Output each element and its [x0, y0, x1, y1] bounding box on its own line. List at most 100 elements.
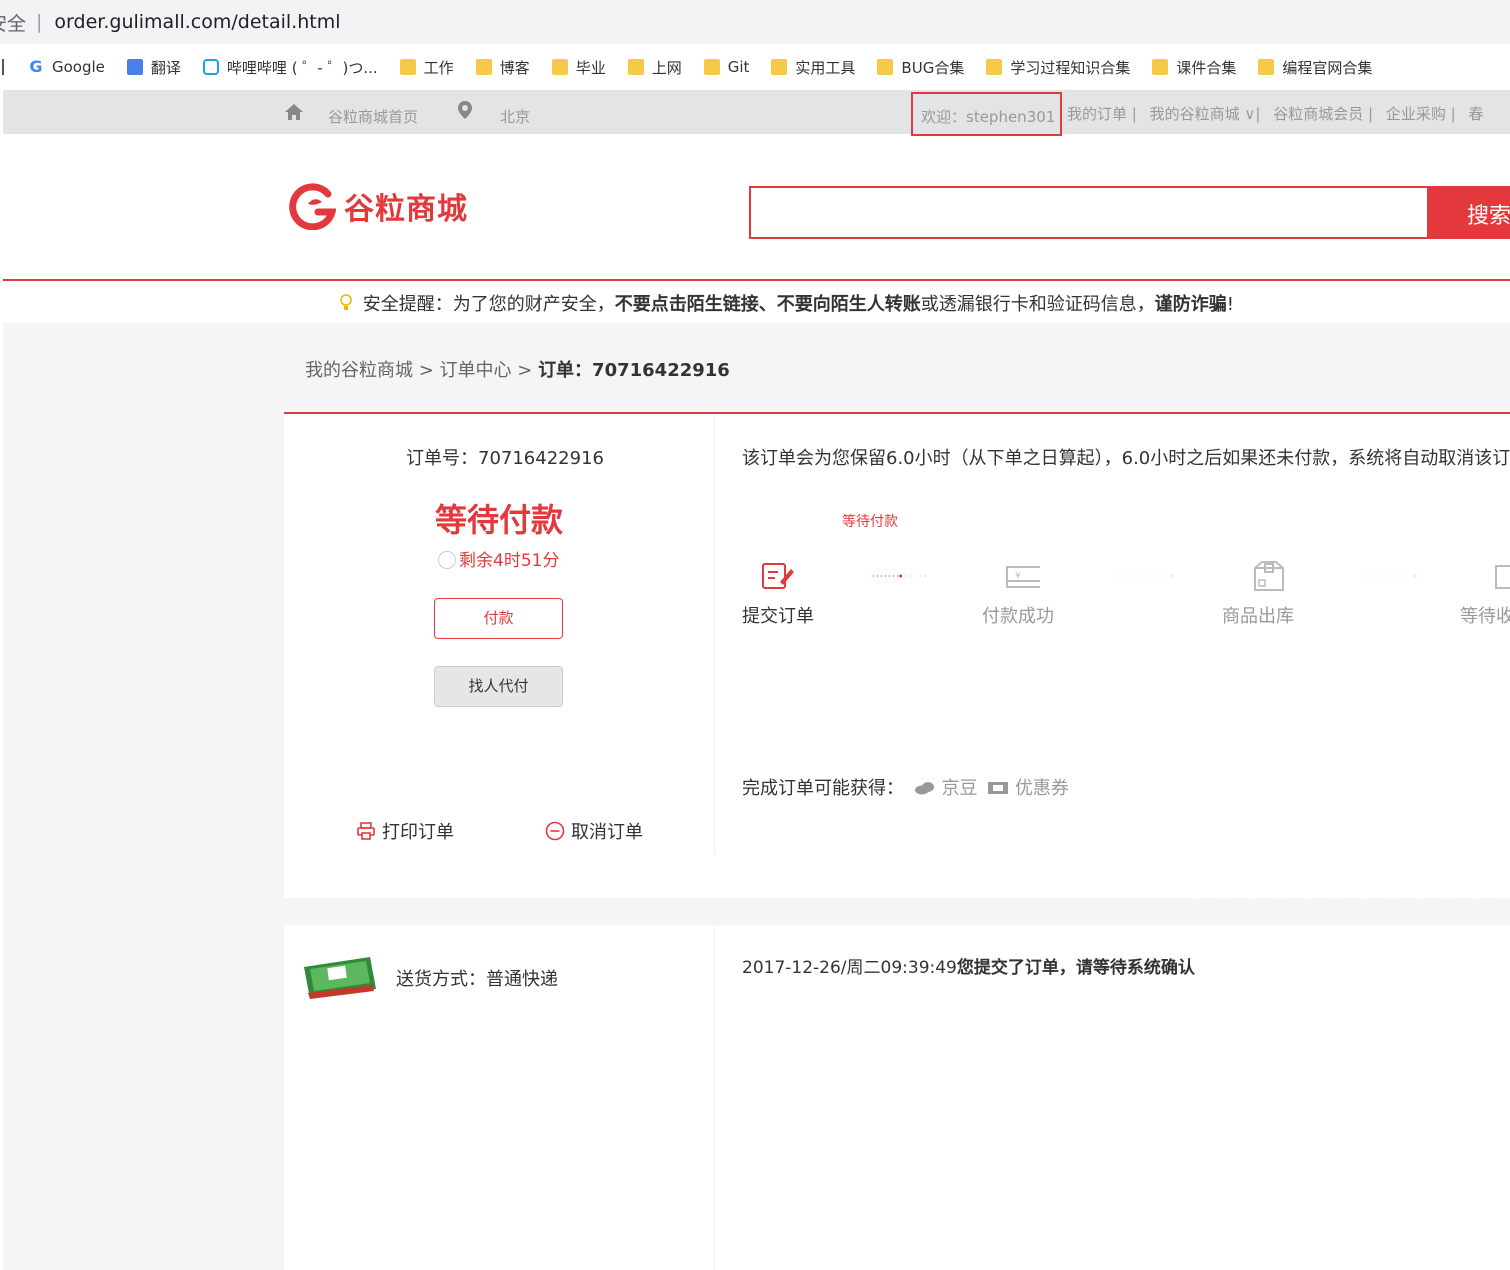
log-text: 您提交了订单，请等待系统确认 — [956, 958, 1195, 978]
notice-bold-1: 不要点击陌生链接、不要向陌生人转账 — [614, 294, 921, 315]
apps-icon[interactable] — [2, 59, 12, 75]
bookmark-folder-git[interactable]: Git — [703, 58, 750, 76]
step-delivery-label: 等待收货 — [1460, 606, 1510, 627]
shortcut-bar: 谷粒商城首页 北京 欢迎：stephen301 我的订单 | 我的谷粒商城 ∨|… — [3, 90, 1510, 136]
order-rewards: 完成订单可能获得： 京豆 优惠券 — [742, 774, 1069, 800]
welcome-user[interactable]: 欢迎：stephen301 — [911, 92, 1062, 136]
breadcrumb-current: 订单：70716422916 — [538, 360, 730, 381]
breadcrumb: 我的谷粒商城 > 订单中心 > 订单：70716422916 — [305, 356, 730, 382]
logo-text: 谷粒商城 — [344, 192, 468, 227]
bookmark-folder-work[interactable]: 工作 — [399, 57, 454, 78]
address-bar[interactable]: 安全 | order.gulimall.com/detail.html — [0, 0, 1510, 44]
print-order-link[interactable]: 打印订单 — [356, 818, 454, 844]
bookmark-label: 编程官网合集 — [1282, 58, 1373, 77]
notice-prefix: 安全提醒：为了您的财产安全， — [362, 294, 615, 315]
reward-jingdou: 京豆 — [941, 778, 978, 799]
progress-dots-3 — [1362, 574, 1417, 578]
print-label: 打印订单 — [382, 822, 454, 843]
bookmark-label: 博客 — [499, 58, 530, 77]
folder-icon — [703, 59, 720, 75]
bookmark-translate[interactable]: 翻译 — [126, 57, 181, 78]
order-status: 等待付款 — [435, 501, 564, 539]
member-link[interactable]: 谷粒商城会员 | — [1273, 105, 1373, 123]
bookmark-folder-blog[interactable]: 博客 — [475, 57, 530, 78]
bookmark-label: 哔哩哔哩 ( ゜- ゜)つ... — [226, 58, 378, 77]
breadcrumb-path[interactable]: 我的谷粒商城 > 订单中心 > — [305, 360, 538, 381]
pay-button[interactable]: 付款 — [434, 598, 563, 639]
bookmark-label: Google — [52, 58, 105, 76]
my-orders-link[interactable]: 我的订单 | — [1067, 105, 1137, 123]
order-log-entry: 2017-12-26/周二09:39:49您提交了订单，请等待系统确认 — [742, 953, 1195, 978]
folder-icon — [1152, 59, 1169, 75]
bookmark-folder-graduation[interactable]: 毕业 — [551, 57, 606, 78]
folder-icon — [877, 59, 894, 75]
folder-icon — [399, 59, 416, 75]
bookmark-label: 毕业 — [575, 58, 606, 77]
cancel-circle-icon — [545, 821, 565, 841]
bookmark-bilibili[interactable]: 哔哩哔哩 ( ゜- ゜)つ... — [202, 57, 378, 78]
clock-icon — [438, 551, 456, 569]
home-link[interactable]: 谷粒商城首页 — [328, 106, 418, 127]
bookmark-folder-internet[interactable]: 上网 — [627, 57, 682, 78]
bookmark-folder-tools[interactable]: 实用工具 — [771, 57, 855, 78]
more-link[interactable]: 春 — [1468, 105, 1483, 123]
submit-order-icon — [762, 563, 794, 589]
bookmark-folder-learning[interactable]: 学习过程知识合集 — [986, 57, 1130, 78]
remaining-time: 剩余4时51分 — [438, 546, 559, 571]
folder-icon — [475, 59, 492, 75]
bookmark-label: BUG合集 — [901, 58, 965, 77]
bookmark-label: 工作 — [423, 58, 454, 77]
order-progress: ¥ 提交订单 付款成功 商品出库 等待收货 — [742, 558, 1510, 638]
coupon-icon — [988, 782, 1009, 794]
order-number: 订单号：70716422916 — [406, 448, 604, 469]
find-proxy-pay-button[interactable]: 找人代付 — [434, 666, 563, 707]
bookmark-label: 翻译 — [150, 58, 181, 77]
notice-bold-2: 谨防诈骗 — [1154, 294, 1227, 315]
card2-divider — [714, 925, 715, 1270]
search-button[interactable]: 搜索 — [1429, 186, 1510, 239]
gulimall-logo-icon — [289, 183, 336, 230]
city-selector[interactable]: 北京 — [500, 106, 530, 127]
my-mall-link[interactable]: 我的谷粒商城 ∨| — [1150, 105, 1261, 123]
translate-icon — [126, 59, 143, 75]
bookmark-label: Git — [727, 58, 750, 76]
step-shipped-label: 商品出库 — [1222, 606, 1294, 627]
security-notice: 安全提醒：为了您的财产安全，不要点击陌生链接、不要向陌生人转账或透漏银行卡和验证… — [3, 281, 1510, 323]
address-separator: | — [36, 11, 43, 33]
bookmarks-bar: G Google 翻译 哔哩哔哩 ( ゜- ゜)つ... 工作 博客 毕业 上网 … — [0, 44, 1510, 90]
location-pin-icon — [458, 101, 472, 119]
security-label[interactable]: 安全 — [0, 9, 26, 36]
card-divider — [714, 414, 715, 854]
cancel-order-link[interactable]: 取消订单 — [545, 818, 643, 844]
warehouse-out-icon — [1254, 561, 1284, 591]
step-submit-label: 提交订单 — [742, 606, 814, 627]
bookmark-folder-official[interactable]: 编程官网合集 — [1258, 57, 1372, 78]
progress-dots-2 — [1118, 574, 1173, 578]
current-step-label: 等待付款 — [842, 514, 898, 530]
cancel-label: 取消订单 — [571, 822, 643, 843]
rewards-label: 完成订单可能获得： — [742, 778, 904, 799]
progress-dots-1 — [872, 574, 927, 578]
product-thumbnail[interactable] — [300, 953, 378, 1001]
lightbulb-icon — [340, 294, 352, 310]
bookmark-label: 实用工具 — [795, 58, 856, 77]
folder-icon — [1258, 59, 1275, 75]
awaiting-delivery-icon — [1495, 565, 1510, 589]
order-status-card — [284, 414, 1510, 898]
search-input[interactable] — [751, 188, 1427, 237]
topbar-links: 我的订单 | 我的谷粒商城 ∨| 谷粒商城会员 | 企业采购 | 春 — [1067, 103, 1491, 124]
folder-icon — [627, 59, 644, 75]
card-wavy-edge — [284, 893, 1510, 899]
bookmark-folder-bugs[interactable]: BUG合集 — [877, 57, 964, 78]
printer-icon — [357, 822, 375, 840]
shipping-method: 送货方式：普通快递 — [396, 969, 558, 990]
notice-middle: 或透漏银行卡和验证码信息， — [920, 294, 1155, 315]
bookmark-google[interactable]: G Google — [28, 58, 105, 76]
reward-coupon: 优惠券 — [1014, 778, 1069, 799]
site-logo[interactable]: 谷粒商城 — [288, 180, 468, 232]
home-icon — [285, 104, 303, 120]
enterprise-link[interactable]: 企业采购 | — [1386, 105, 1456, 123]
bilibili-icon — [202, 59, 219, 75]
bookmark-folder-courseware[interactable]: 课件合集 — [1152, 57, 1236, 78]
url-text[interactable]: order.gulimall.com/detail.html — [54, 11, 340, 33]
